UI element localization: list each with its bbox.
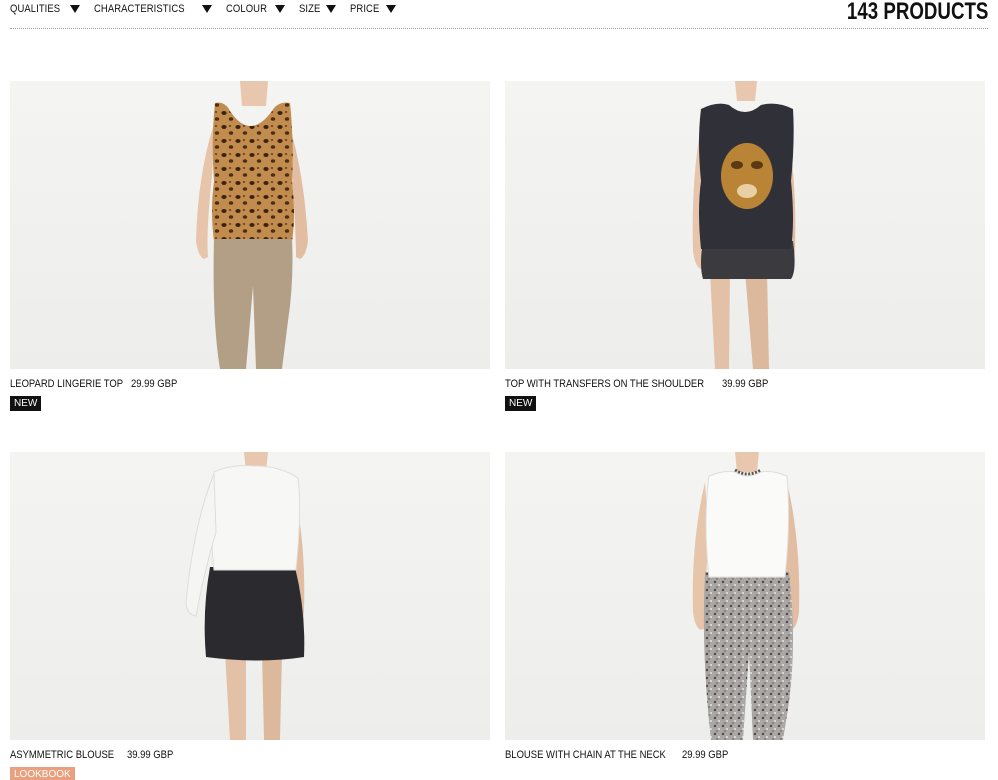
product-image[interactable] bbox=[10, 452, 490, 740]
filter-label: COLOUR bbox=[225, 3, 267, 15]
product-info: LEOPARD LINGERIE TOP 29.99 GBP bbox=[10, 378, 185, 390]
filter-colour[interactable]: COLOUR bbox=[226, 3, 286, 15]
product-info: BLOUSE WITH CHAIN AT THE NECK 29.99 GBP bbox=[505, 749, 736, 761]
product-count: 143 PRODUCTS bbox=[846, 0, 988, 25]
triangle-down-icon bbox=[386, 5, 397, 13]
triangle-down-icon bbox=[201, 5, 212, 13]
new-badge[interactable]: NEW bbox=[505, 396, 537, 411]
product-price: 39.99 GBP bbox=[127, 749, 174, 761]
filter-characteristics[interactable]: CHARACTERISTICS bbox=[94, 3, 212, 15]
filter-bar: QUALITIES CHARACTERISTICS COLOUR SIZE PR… bbox=[0, 0, 998, 30]
filter-size[interactable]: SIZE bbox=[299, 3, 337, 15]
product-info: TOP WITH TRANSFERS ON THE SHOULDER 39.99… bbox=[505, 378, 776, 390]
triangle-down-icon bbox=[275, 5, 286, 13]
product-name[interactable]: LEOPARD LINGERIE TOP bbox=[10, 378, 123, 390]
filter-qualities[interactable]: QUALITIES bbox=[10, 3, 81, 15]
filter-label: CHARACTERISTICS bbox=[94, 3, 186, 15]
filter-label: SIZE bbox=[299, 3, 321, 15]
triangle-down-icon bbox=[326, 5, 337, 13]
product-price: 29.99 GBP bbox=[131, 378, 178, 390]
triangle-down-icon bbox=[70, 5, 81, 13]
product-name[interactable]: TOP WITH TRANSFERS ON THE SHOULDER bbox=[505, 378, 704, 390]
divider bbox=[10, 28, 988, 29]
filter-price[interactable]: PRICE bbox=[350, 3, 397, 15]
product-image[interactable] bbox=[10, 81, 490, 369]
product-image[interactable] bbox=[505, 81, 985, 369]
product-info: ASYMMETRIC BLOUSE 39.99 GBP bbox=[10, 749, 181, 761]
filter-label: PRICE bbox=[350, 3, 380, 15]
new-badge[interactable]: NEW bbox=[10, 396, 42, 411]
product-price: 39.99 GBP bbox=[722, 378, 769, 390]
product-name[interactable]: BLOUSE WITH CHAIN AT THE NECK bbox=[505, 749, 666, 761]
lookbook-badge[interactable]: LOOKBOOK bbox=[10, 767, 75, 780]
product-name[interactable]: ASYMMETRIC BLOUSE bbox=[10, 749, 114, 761]
filter-list: QUALITIES CHARACTERISTICS COLOUR SIZE PR… bbox=[10, 3, 410, 15]
product-price: 29.99 GBP bbox=[682, 749, 729, 761]
filter-label: QUALITIES bbox=[10, 3, 61, 15]
product-image[interactable] bbox=[505, 452, 985, 740]
